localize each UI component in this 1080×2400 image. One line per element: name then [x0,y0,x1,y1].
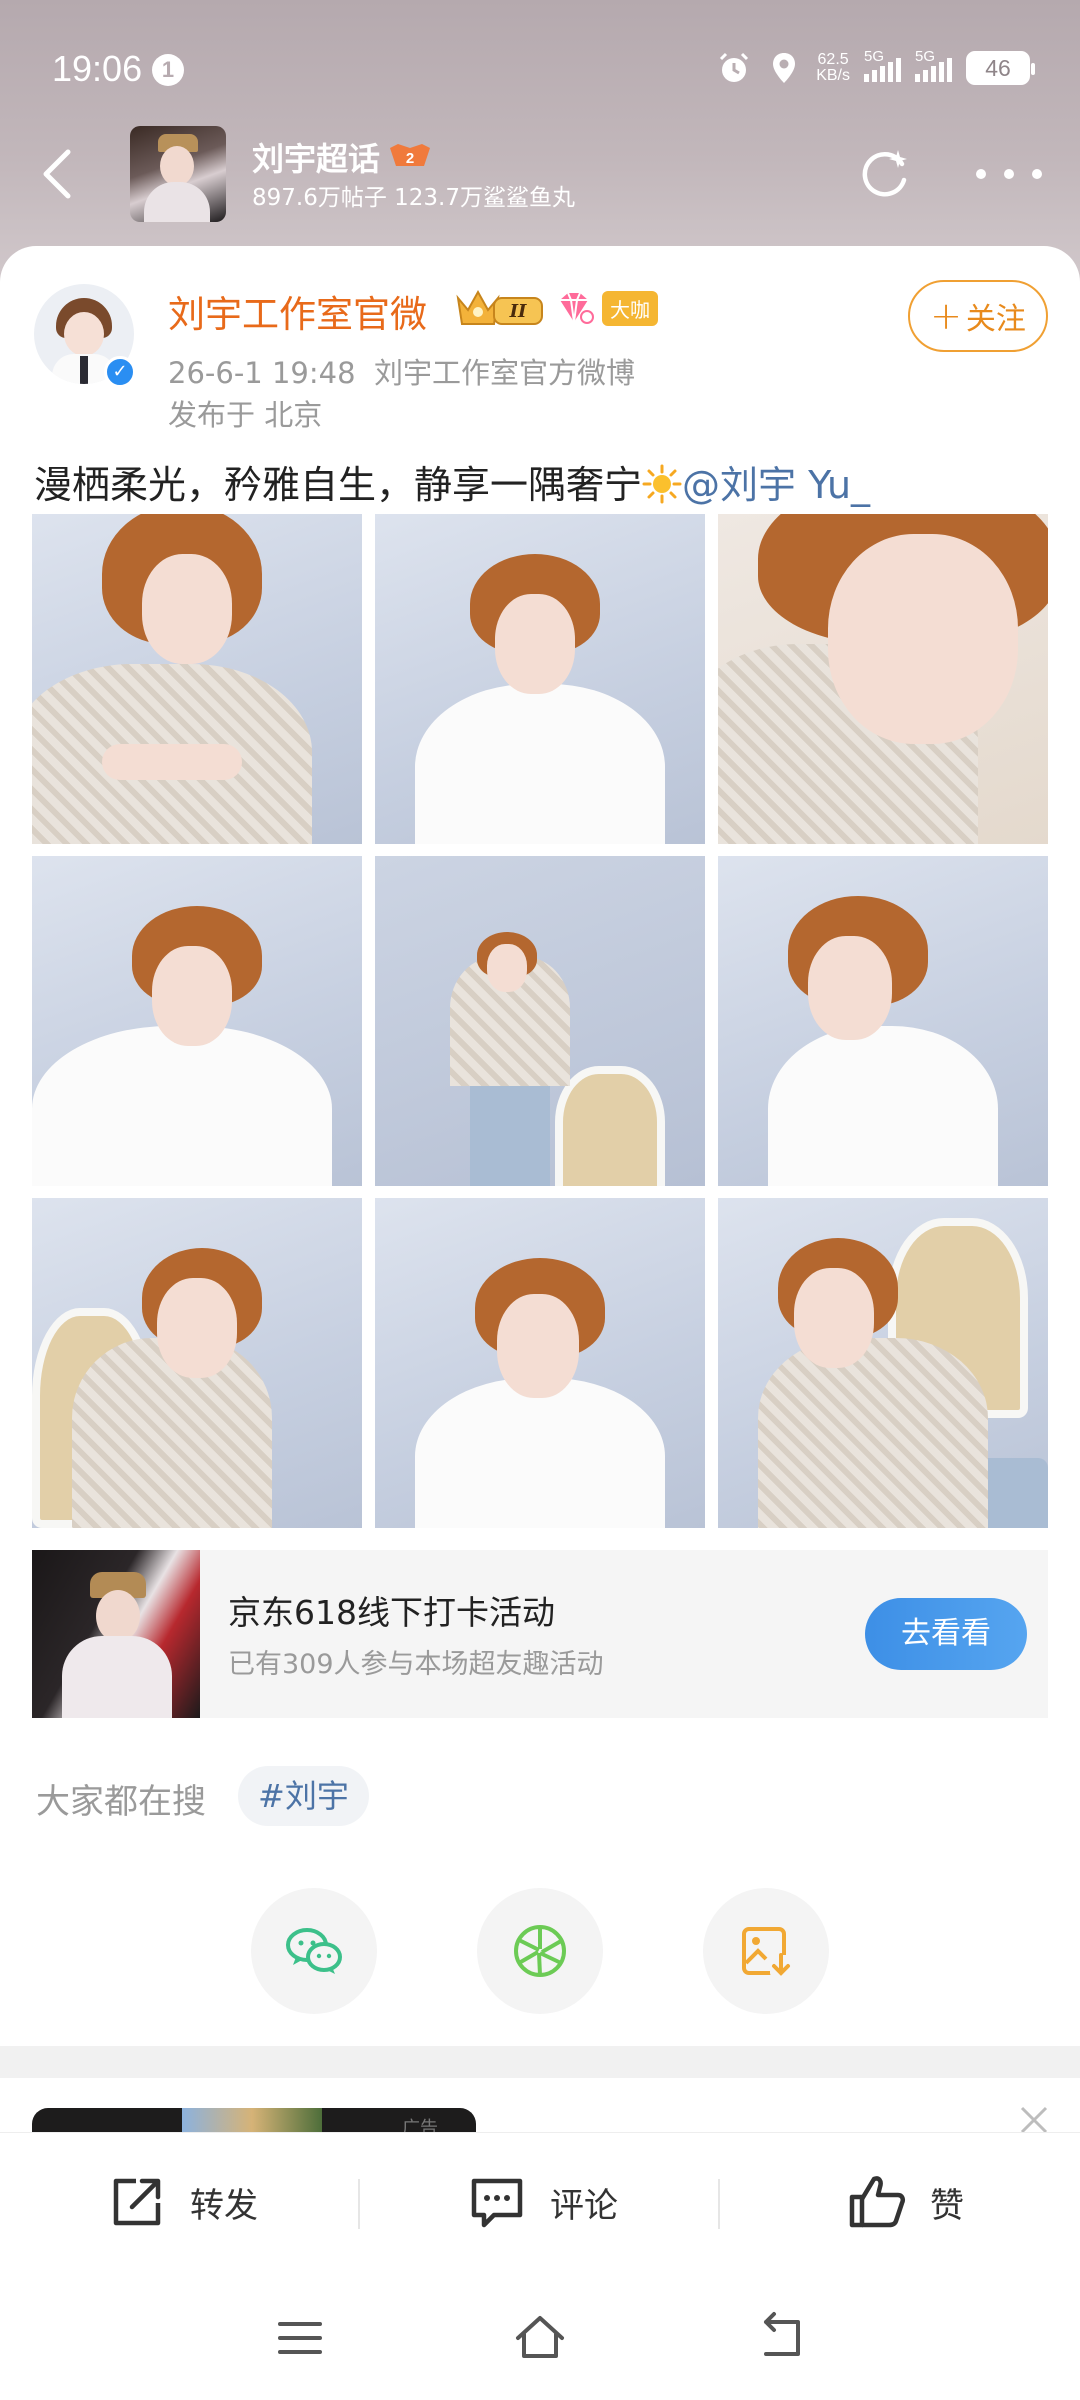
alarm-icon [720,52,749,82]
more-dot-icon [1004,169,1014,179]
repost-icon [113,2178,161,2226]
verified-icon: ✓ [104,356,136,388]
comment-button[interactable]: 评论 [466,2133,618,2271]
activity-banner[interactable]: 京东618线下打卡活动 已有309人参与本场超友趣活动 去看看 [32,1550,1048,1718]
topic-avatar[interactable] [130,126,226,222]
follow-label: 关注 [965,302,1026,337]
post-card: ✓ 刘宇工作室官微 II 大咖 + 关注 26-6-1 19:48 刘宇工作室官… [0,246,1080,2400]
like-label: 赞 [930,2185,964,2226]
crown-level-badge-icon[interactable]: II [454,286,546,330]
notification-count-badge: 1 [152,54,184,86]
svg-text:2: 2 [406,150,414,167]
share-wechat-button[interactable] [251,1888,377,2014]
trending-search-label: 大家都在搜 [36,1782,206,1822]
sim2-label: 5G [915,48,936,65]
back-button[interactable] [30,144,90,204]
thumbs-up-icon [849,2176,906,2228]
post-text: 漫栖柔光，矜雅自生，静享一隅奢宁 @刘宇 Yu_ [34,454,870,509]
home-icon[interactable] [510,2308,570,2368]
topic-title[interactable]: 刘宇超话 2 [252,134,432,180]
location-icon [773,53,796,83]
comment-label: 评论 [550,2185,618,2226]
activity-title: 京东618线下打卡活动 [228,1593,555,1632]
share-moments-button[interactable] [477,1888,603,2014]
system-navigation-bar [0,2270,1080,2400]
section-divider [0,2046,1080,2078]
comment-icon [471,2178,523,2228]
post-location: 发布于 北京 [168,398,323,432]
more-dot-icon [976,169,986,179]
topic-level-badge: 2 [390,144,431,167]
post-photo[interactable] [375,514,705,844]
svg-text:II: II [509,301,527,322]
post-action-bar: 转发 评论 赞 [0,2132,1080,2270]
post-body-text: 漫栖柔光，矜雅自生，静享一隅奢宁 [34,463,643,507]
wechat-icon [286,1928,342,1974]
trending-search-tag[interactable]: #刘宇 [238,1766,369,1826]
more-options-button[interactable] [976,152,1042,196]
battery-indicator: 46 [966,51,1035,85]
post-meta: 26-6-1 19:48 刘宇工作室官方微博 [168,350,635,392]
post-photo[interactable] [32,856,362,1186]
fan-gem-badge-icon[interactable] [554,290,594,326]
repost-label: 转发 [190,2185,258,2226]
like-button[interactable]: 赞 [846,2133,964,2271]
status-time: 19:06 [52,48,143,89]
sun-emoji-icon [642,464,682,504]
sim1-label: 5G [864,48,885,65]
status-icons: 62.5 KB/s 5G 5G 46 [716,46,1035,90]
activity-subtitle: 已有309人参与本场超友趣活动 [228,1649,604,1680]
more-dot-icon [1032,169,1042,179]
activity-view-button[interactable]: 去看看 [865,1598,1027,1670]
post-photo[interactable] [32,514,362,844]
topic-name: 刘宇超话 [252,140,381,178]
net-speed-value: 62.5 [817,51,849,68]
post-photo[interactable] [718,856,1048,1186]
plus-icon: + [930,294,962,338]
moments-icon [514,1925,566,1977]
follow-button[interactable]: + 关注 [908,280,1048,352]
photo-grid [32,514,1048,1528]
mention-link[interactable]: @刘宇 Yu_ [682,463,870,507]
action-separator [718,2179,720,2229]
back-nav-icon[interactable] [750,2308,810,2368]
repost-button[interactable]: 转发 [106,2133,258,2271]
topic-stats: 897.6万帖子 123.7万鲨鲨鱼丸 [252,185,575,211]
refresh-icon[interactable] [856,144,916,204]
post-photo[interactable] [375,856,705,1186]
network-speed: 62.5 KB/s [816,52,850,84]
topic-header: 刘宇超话 2 897.6万帖子 123.7万鲨鲨鱼丸 [0,122,1080,226]
status-bar: 19:06 1 62.5 KB/s 5G 5G 46 [0,0,1080,140]
signal-strength-1-icon: 5G [864,48,901,82]
save-image-button[interactable] [703,1888,829,2014]
net-speed-unit: KB/s [816,67,850,84]
post-photo[interactable] [718,1198,1048,1528]
post-photo[interactable] [718,514,1048,844]
post-source: 刘宇工作室官方微博 [373,356,635,390]
activity-thumbnail [32,1550,200,1718]
vip-tag-badge: 大咖 [602,290,658,326]
save-image-icon [742,1927,792,1977]
author-badges: II 大咖 [454,286,658,330]
menu-icon[interactable] [270,2308,330,2368]
post-photo[interactable] [32,1198,362,1528]
author-name[interactable]: 刘宇工作室官微 [168,284,427,338]
post-photo[interactable] [375,1198,705,1528]
signal-strength-2-icon: 5G [915,48,952,82]
action-separator [358,2179,360,2229]
post-timestamp: 26-6-1 19:48 [168,356,356,390]
